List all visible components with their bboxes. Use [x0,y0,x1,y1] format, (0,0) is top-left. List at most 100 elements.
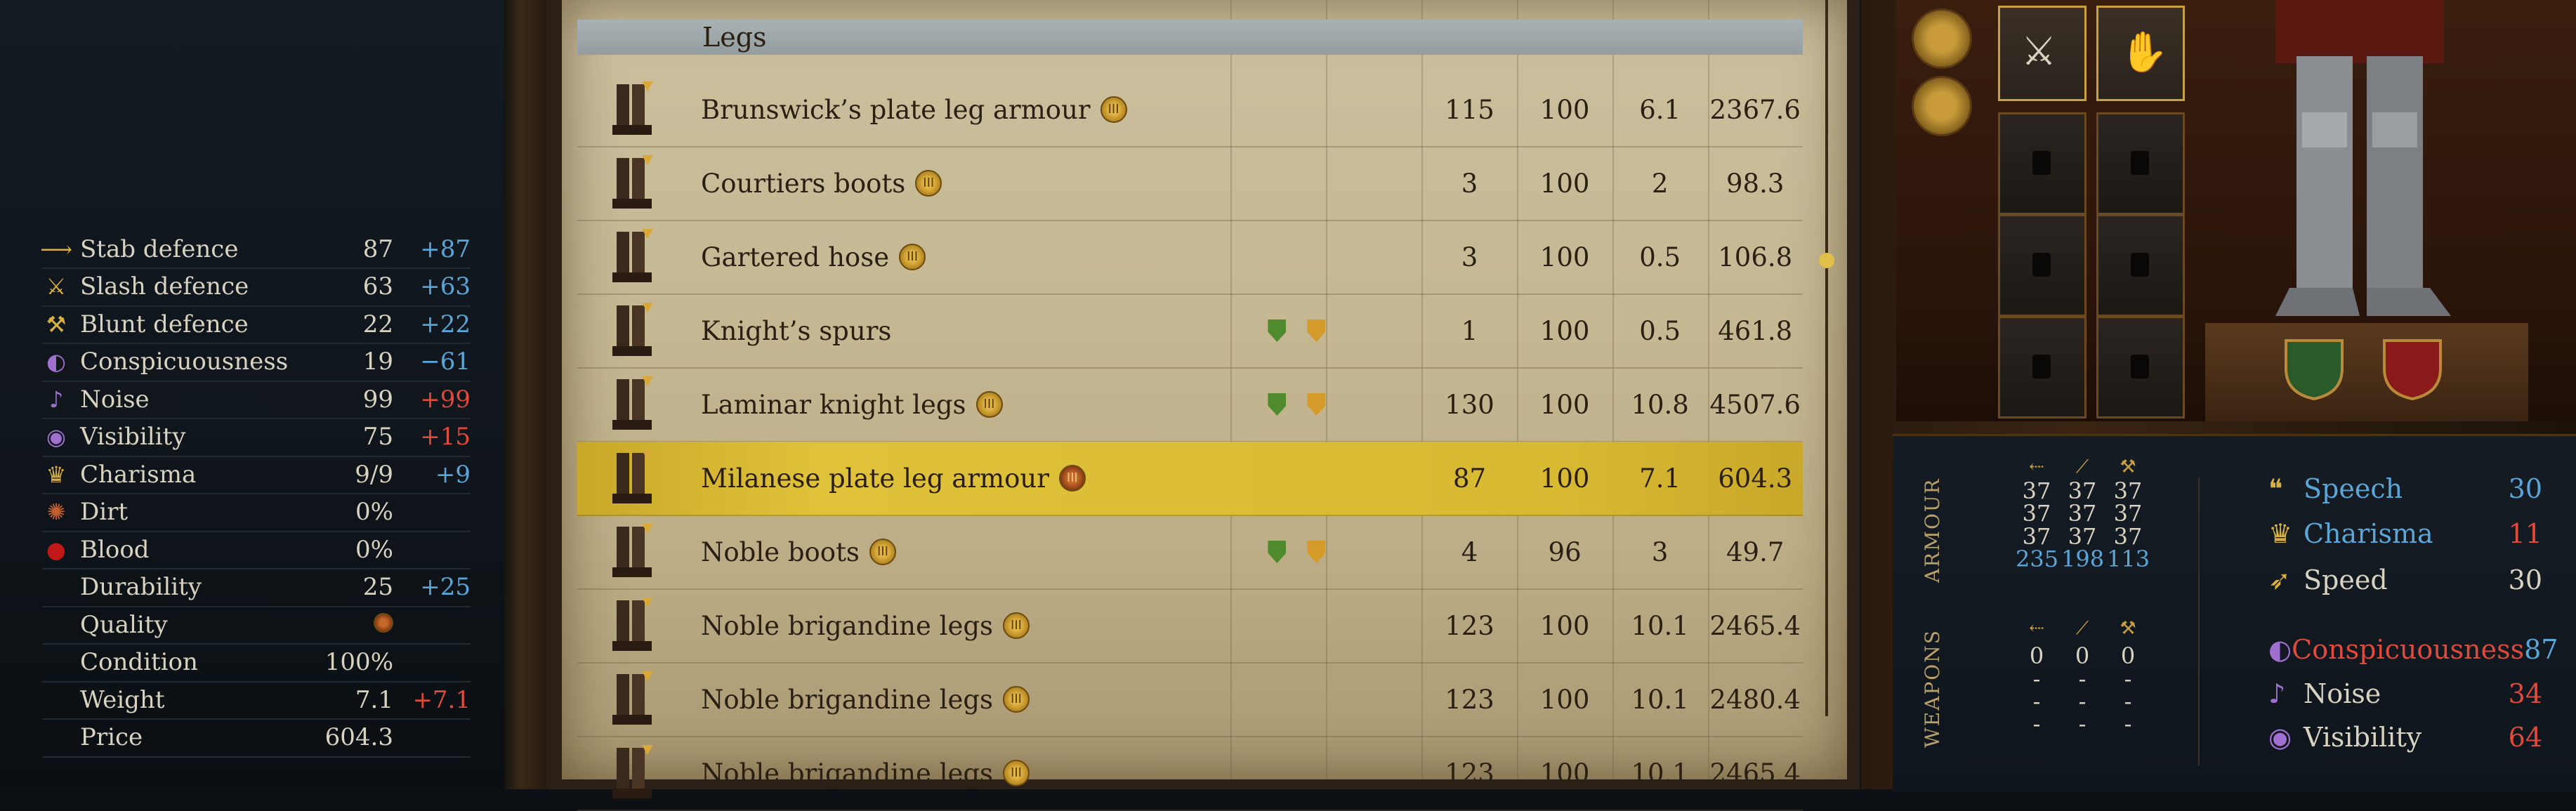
green-shield-icon [1268,393,1287,416]
empty-slot[interactable] [1998,112,2087,215]
item-c3-cell: 6.1 [1639,94,1681,125]
empty-slot[interactable] [1998,214,2087,317]
attribute-label: Speed [2304,565,2388,595]
stat-row: ✺ Dirt 0% [42,494,471,532]
attribute-value: 30 [2508,473,2542,504]
attribute-value: 11 [2508,518,2542,549]
item-c2-cell: 100 [1539,389,1590,420]
damage-type-icon: ⚒ [2120,618,2136,639]
stat-value: 19 [362,348,393,376]
item-name-cell: Brunswick’s plate leg armour III [701,95,1254,125]
item-c3-cell: 10.1 [1631,610,1689,641]
stat-label: Quality [80,610,168,639]
item-row[interactable]: Knight’s spurs 1 100 0.5 461.8 [577,294,1803,369]
leg-armour-icon [611,303,656,359]
stat-row: ⚒ Blunt defence 22 +22 [42,305,471,344]
attribute-label: Visibility [2304,722,2422,753]
stat-row: ♛ Charisma 9/9 +9 [42,456,471,494]
charisma-icon: ♛ [2268,518,2293,549]
weapon-slot[interactable]: ⚔ [1998,6,2087,101]
item-row[interactable]: Noble boots III 4 96 3 49.7 [577,515,1803,590]
item-name: Noble boots [701,536,860,567]
lock-icon [2032,355,2051,378]
stat-value: 0% [355,535,393,564]
empty-slot[interactable] [2096,316,2185,418]
item-c2-cell: 96 [1548,536,1582,567]
empty-slot[interactable] [2096,214,2185,317]
stat-label: Blood [80,535,150,564]
attribute-row: ❝ Speech 30 [2268,468,2542,510]
head-medal-icon[interactable] [1912,8,1972,69]
item-c4-cell: 98.3 [1726,168,1785,199]
stat-value: 25 [362,573,393,601]
stat-row: Condition 100% [42,644,471,683]
leg-armour-icon [611,155,656,211]
item-name-cell: Noble brigandine legs III [701,758,1254,789]
category-header: Legs [577,20,1803,55]
stat-label: Blunt defence [80,310,249,338]
stat-value: 604.3 [324,723,393,751]
armour-value: 235 [2016,546,2059,572]
item-row[interactable]: Noble brigandine legs III 123 100 10.1 2480.4 [577,663,1803,737]
item-c4-cell: 604.3 [1718,463,1793,494]
damage-type-icon: ⚒ [2120,456,2136,477]
noise-icon: ♪ [48,385,64,413]
stat-label: Weight [80,685,165,714]
item-name: Gartered hose [701,242,890,272]
stat-delta: +87 [420,235,471,263]
stat-row: ◐ Conspicuousness 19 −61 [42,343,471,382]
item-c2-cell: 100 [1539,610,1590,641]
stat-label: Durability [80,573,202,601]
heraldry-shield-icon [2383,339,2442,400]
quality-badge-icon: III [1003,612,1030,639]
stab-icon: ⟶ [40,235,72,263]
item-row[interactable]: Laminar knight legs III 130 100 10.8 4507.6 [577,368,1803,442]
scrollbar-track[interactable] [1825,0,1828,716]
item-name: Noble brigandine legs [701,684,994,715]
stat-value: 87 [362,235,393,263]
stat-delta: +22 [420,310,471,338]
item-c2-cell: 100 [1539,315,1590,346]
stat-row: ⚔ Slash defence 63 +63 [42,268,471,307]
empty-slot[interactable] [2096,112,2185,215]
item-row[interactable]: Noble brigandine legs III 123 100 10.1 2465.4 [577,589,1803,664]
item-row[interactable]: Milanese plate leg armour III 87 100 7.1 604.… [577,442,1803,516]
stat-delta: +63 [420,272,471,301]
stat-value: 9/9 [355,460,393,489]
item-c4-cell: 2465.4 [1709,758,1801,789]
item-c3-cell: 2 [1651,168,1669,199]
leg-armour-icon [611,524,656,580]
empty-slot[interactable] [1998,316,2087,418]
item-c1-cell: 123 [1445,758,1494,789]
item-row[interactable]: Courtiers boots III 3 100 2 98.3 [577,147,1803,221]
attribute-label: Charisma [2304,518,2433,549]
stat-row: ◉ Visibility 75 +15 [42,418,471,457]
leg-armour-icon [611,450,656,506]
scrollbar-thumb[interactable] [1819,253,1834,268]
status-shields [1254,319,1421,342]
stat-value: 0% [355,498,393,526]
conspicuousness-icon: ◐ [2268,634,2292,665]
blood-icon: ● [46,536,66,563]
panel-divider [2198,477,2200,765]
stat-value: 99 [362,385,393,414]
item-name-cell: Noble brigandine legs III [701,611,1254,641]
item-row[interactable]: Noble brigandine legs III 123 100 10.1 2465.4 [577,737,1803,811]
item-name-cell: Milanese plate leg armour III [701,463,1254,494]
item-name-cell: Courtiers boots III [701,169,1254,199]
blank-icon [42,611,70,639]
stat-value: 75 [362,423,393,451]
lock-icon [2032,151,2051,175]
item-row[interactable]: Brunswick’s plate leg armour III 115 100 6.1… [577,73,1803,147]
attribute-row: ➶ Speed 30 [2268,559,2542,601]
shield-slot[interactable]: ✋ [2096,6,2185,101]
stat-value: 22 [362,310,393,338]
category-title: Legs [702,22,767,53]
armour-value: 113 [2107,546,2150,572]
coin-medal-icon[interactable] [1912,76,1972,136]
lock-icon [2032,253,2051,277]
item-row[interactable]: Gartered hose III 3 100 0.5 106.8 [577,220,1803,295]
gauntlet-icon: ✋ [2120,29,2169,75]
visibility-icon: ◉ [46,423,66,450]
stat-delta: +25 [420,573,471,601]
